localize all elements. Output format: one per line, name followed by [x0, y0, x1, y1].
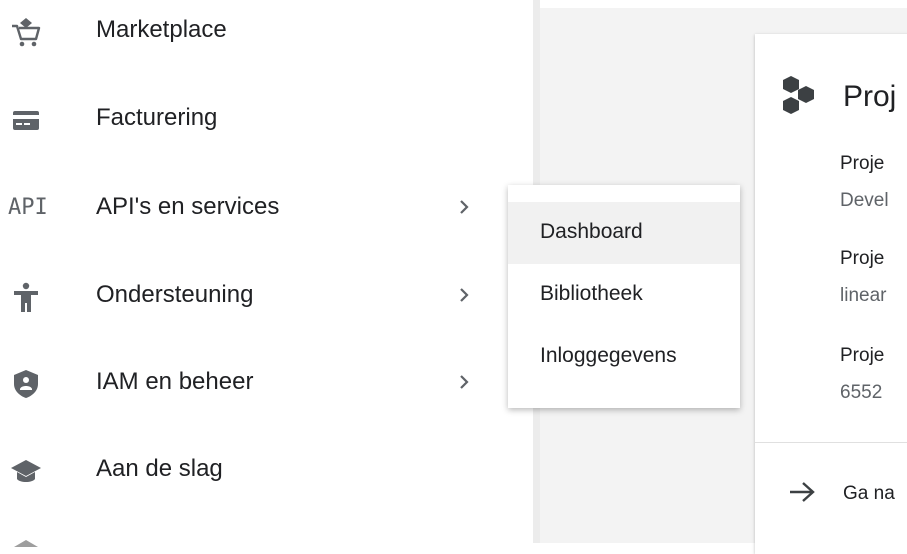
submenu-item-credentials[interactable]: Inloggegevens [508, 326, 740, 388]
shield-icon [10, 368, 42, 400]
chevron-right-icon [456, 370, 472, 394]
submenu-item-label: Inloggegevens [540, 344, 677, 367]
credit-card-icon [10, 104, 42, 136]
nav-item-iam[interactable]: IAM en beheer [0, 354, 533, 414]
project-info-label: Proje [840, 153, 885, 174]
cart-icon [10, 16, 42, 48]
api-icon: API [8, 195, 48, 220]
submenu-item-label: Dashboard [540, 220, 643, 243]
chevron-right-icon [456, 283, 472, 307]
nav-label: Marketplace [96, 16, 227, 43]
project-info-value: Devel [840, 190, 889, 211]
project-info-label: Proje [840, 345, 885, 366]
arrow-right-icon [788, 480, 816, 504]
nav-label: Facturering [96, 104, 218, 131]
submenu-item-dashboard[interactable]: Dashboard [508, 202, 740, 264]
side-nav: Marketplace Facturering API API's en ser… [0, 0, 533, 547]
hexagons-icon [779, 74, 829, 118]
nav-label: Aan de slag [96, 455, 223, 482]
project-info-value: linear [840, 285, 887, 306]
card-title: Proj [843, 80, 897, 113]
chevron-right-icon [456, 195, 472, 219]
nav-label: Ondersteuning [96, 281, 254, 308]
nav-label: IAM en beheer [96, 368, 254, 395]
project-info-card: Proj Proje Devel Proje linear Proje 6552… [755, 34, 907, 554]
card-divider [755, 442, 907, 443]
apis-submenu: Dashboard Bibliotheek Inloggegevens [508, 185, 740, 408]
nav-label: API's en services [96, 193, 280, 220]
nav-item-getting-started[interactable]: Aan de slag [0, 441, 533, 501]
graduation-cap-icon [10, 455, 42, 487]
nav-item-billing[interactable]: Facturering [0, 90, 533, 150]
nav-item-support[interactable]: Ondersteuning [0, 267, 533, 327]
submenu-item-library[interactable]: Bibliotheek [508, 264, 740, 326]
goto-project-link[interactable]: Ga na [843, 483, 895, 505]
submenu-item-label: Bibliotheek [540, 282, 643, 305]
nav-item-marketplace[interactable]: Marketplace [0, 2, 533, 62]
support-person-icon [10, 281, 42, 313]
nav-item-apis-services[interactable]: API API's en services [0, 179, 533, 239]
next-item-icon [14, 534, 38, 547]
project-info-label: Proje [840, 248, 885, 269]
project-info-value: 6552 [840, 382, 883, 403]
